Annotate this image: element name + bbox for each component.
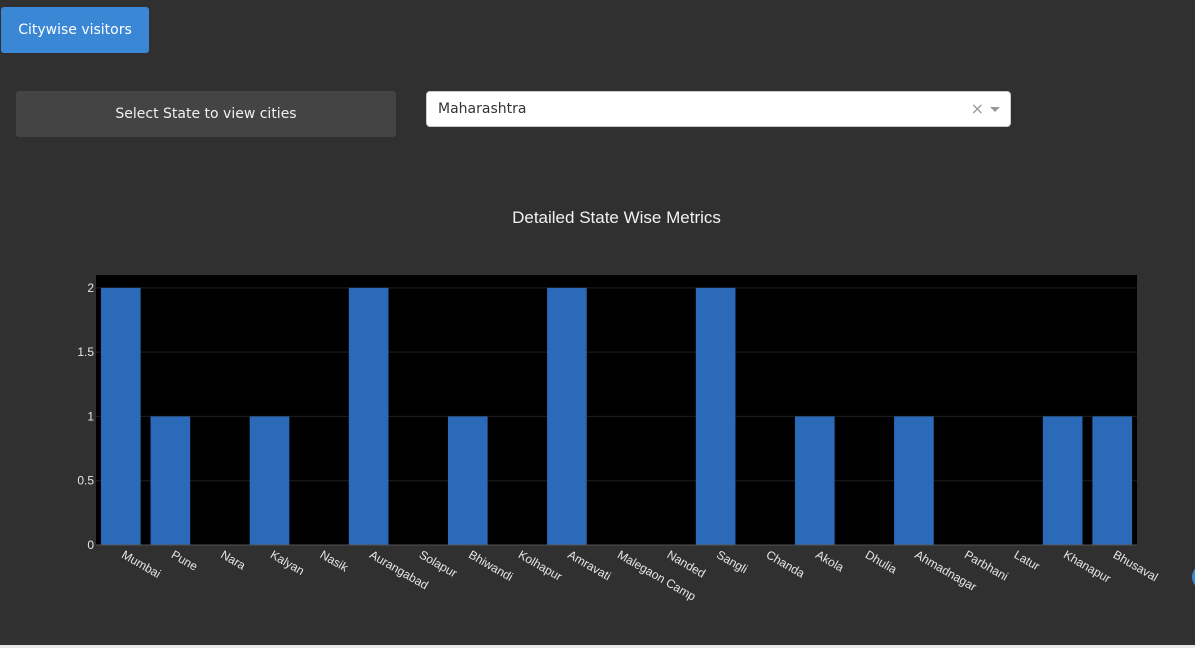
x-tick-label: Kalyan	[268, 547, 307, 577]
x-tick-label: Chanda	[764, 547, 808, 580]
x-tick-label: Nasik	[318, 547, 352, 575]
x-tick-label: Bhiwandi	[466, 547, 515, 583]
bar	[100, 287, 141, 545]
bar	[348, 287, 389, 545]
x-tick-label: Kolhapur	[516, 547, 565, 583]
bar	[1042, 416, 1083, 545]
y-tick-label: 1.5	[77, 345, 94, 359]
bar	[547, 287, 587, 545]
y-tick-label: 2	[87, 281, 94, 295]
bar	[447, 416, 488, 545]
x-tick-label: Akola	[813, 547, 846, 574]
bar	[695, 287, 736, 545]
bar	[794, 416, 835, 545]
y-tick-label: 1	[87, 409, 94, 423]
bar	[249, 416, 290, 545]
bar	[150, 416, 191, 545]
bar	[1092, 416, 1133, 545]
y-tick-label: 0	[87, 538, 94, 552]
y-tick-label: 0.5	[77, 474, 94, 488]
x-tick-label: Nara	[218, 547, 248, 572]
x-tick-label: Mumbai	[119, 547, 163, 580]
bar-chart: 00.511.52Mumbai Pune Nara Kalyan Nasik Aurang…	[77, 275, 1161, 604]
bar	[894, 416, 934, 545]
x-tick-label: Amravati	[565, 547, 613, 583]
x-tick-label: Pune	[169, 547, 201, 573]
x-tick-label: Latur	[1012, 547, 1043, 573]
x-tick-label: Bhusaval	[1111, 547, 1161, 584]
x-tick-label: Dhulia	[863, 547, 900, 576]
x-tick-label: Sangli	[714, 547, 750, 576]
x-tick-label: Khanapur	[1061, 547, 1113, 585]
